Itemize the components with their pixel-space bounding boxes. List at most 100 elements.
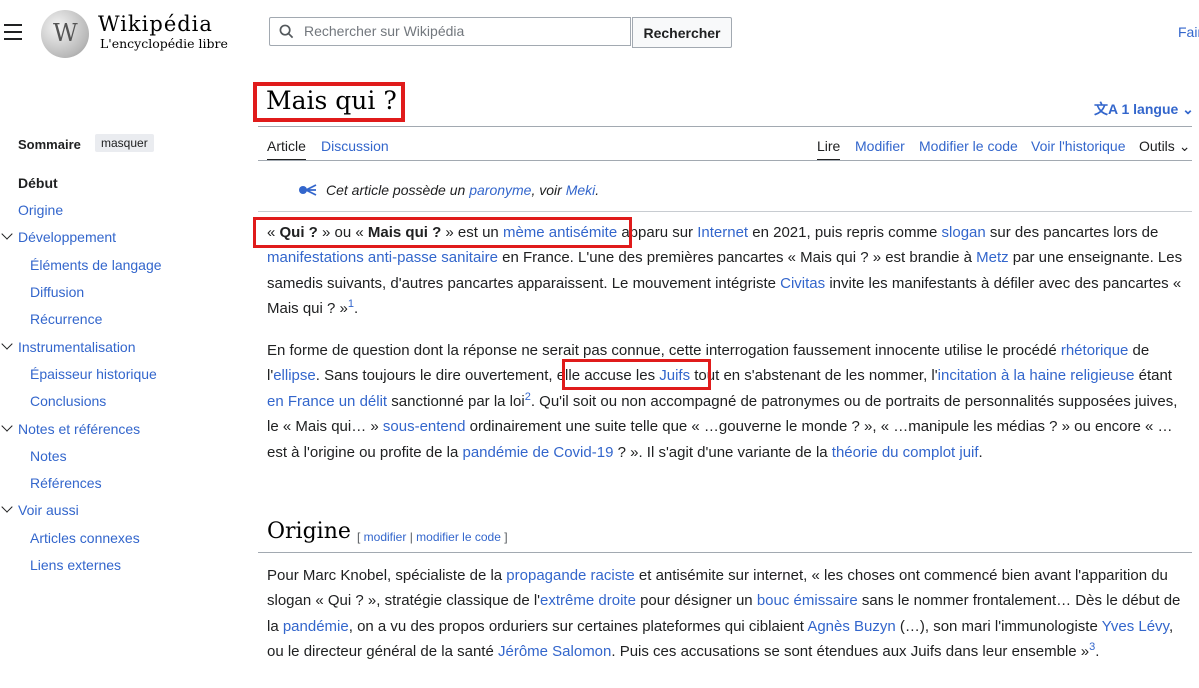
tabs-divider [258,160,1192,161]
text: En forme de question dont la réponse ne … [267,342,1061,359]
toc-item-epaisseur-historique[interactable]: Épaisseur historique [30,366,157,382]
link-agnes-buzyn[interactable]: Agnès Buzyn [807,618,895,635]
link-jerome-salomon[interactable]: Jérôme Salomon [498,643,611,660]
bracket: [ [357,530,364,544]
toc-hide-button[interactable]: masquer [95,134,154,152]
language-count: 1 langue [1121,101,1179,117]
chevron-down-icon[interactable] [1,228,13,240]
menu-icon-bar [4,38,22,40]
hatnote-divider [258,211,1192,212]
tab-article[interactable]: Article [267,138,306,161]
origine-paragraph: Pour Marc Knobel, spécialiste de la prop… [267,563,1189,665]
text: tout en s'abstenant de les nommer, l' [690,367,938,385]
link-bouc-emissaire[interactable]: bouc émissaire [757,592,858,609]
toc-item-instrumentalisation[interactable]: Instrumentalisation [18,339,136,355]
text: (…), son mari l'immunologiste [895,617,1102,635]
link-metz[interactable]: Metz [976,249,1009,266]
link-incitation[interactable]: incitation à la haine religieuse [938,367,1135,384]
link-manifestations[interactable]: manifestations anti-passe sanitaire [267,249,498,266]
text: étant [1134,367,1172,385]
tab-discussion[interactable]: Discussion [321,138,389,154]
toc-item-liens-externes[interactable]: Liens externes [30,557,121,573]
text: , on a vu des propos orduriers sur certa… [348,617,808,635]
toc-item-origine[interactable]: Origine [18,202,63,218]
link-rhetorique[interactable]: rhétorique [1061,342,1129,359]
tab-read[interactable]: Lire [817,138,841,161]
link-civitas[interactable]: Civitas [780,275,825,292]
section-heading-origine: Origine [267,519,351,544]
section-edit-link[interactable]: modifier [364,530,407,544]
toc-item-notes[interactable]: Notes [30,448,67,464]
text: sanctionné par la loi [387,392,525,410]
hatnote-text: Cet article possède un [326,182,470,198]
link-yves-levy[interactable]: Yves Lévy [1102,618,1169,635]
bracket: ] [500,530,508,544]
tools-menu[interactable]: Outils ⌄ [1139,138,1190,155]
text: ? ». Il s'agit d'une variante de la [613,443,832,461]
search-icon [279,24,294,39]
highlight-box-juifs [562,359,711,390]
donate-link[interactable]: Faire un don [1178,24,1199,40]
toc-item-diffusion[interactable]: Diffusion [30,284,84,300]
search-box[interactable] [269,17,631,46]
highlight-box-qui [253,217,632,248]
toc-item-references[interactable]: Références [30,475,102,491]
section-edit-source-link[interactable]: modifier le code [416,530,501,544]
toc-item-articles-connexes[interactable]: Articles connexes [30,530,140,546]
disambiguation-icon [299,184,317,196]
link-pandemie[interactable]: pandémie [283,618,349,635]
text: en 2021, puis repris comme [748,224,942,241]
tab-history[interactable]: Voir l'historique [1031,138,1126,154]
chevron-down-icon[interactable] [1,420,13,432]
menu-icon-bar [4,31,22,33]
chevron-down-icon[interactable] [1,338,13,350]
link-propagande[interactable]: propagande raciste [506,567,634,584]
toc-item-voir-aussi[interactable]: Voir aussi [18,502,79,518]
hatnote-link-meki[interactable]: Meki [566,182,596,198]
hatnote: Cet article possède un paronyme, voir Me… [326,182,599,198]
tab-edit[interactable]: Modifier [855,138,905,154]
link-internet[interactable]: Internet [697,224,748,241]
link-en-france[interactable]: en France [267,393,335,410]
toc-item-notes-et-references[interactable]: Notes et références [18,421,140,437]
tagline: L'encyclopédie libre [100,36,228,51]
toc-item-developpement[interactable]: Développement [18,229,116,245]
language-button[interactable]: 文A 1 langue ⌄ [1094,99,1194,119]
hatnote-text: . [595,182,600,198]
toc-title: Sommaire [18,137,81,152]
toc-item-conclusions[interactable]: Conclusions [30,393,106,409]
translate-icon: 文A [1094,101,1118,117]
link-ellipse[interactable]: ellipse [273,367,316,384]
text: Pour Marc Knobel, spécialiste de la [267,567,507,584]
link-delit[interactable]: un délit [339,393,387,410]
chevron-down-icon[interactable] [1,501,13,513]
link-covid[interactable]: pandémie de Covid-19 [462,444,613,461]
hatnote-link-paronyme[interactable]: paronyme [469,182,531,198]
chevron-down-icon: ⌄ [1182,101,1194,117]
tab-edit-source[interactable]: Modifier le code [919,138,1018,154]
link-complot[interactable]: théorie du complot juif [832,444,979,461]
text: sur des pancartes lors de [985,224,1159,241]
wordmark[interactable]: Wikipédia [98,12,213,36]
toc-item-recurrence[interactable]: Récurrence [30,311,102,327]
section-divider [258,552,1192,553]
link-slogan[interactable]: slogan [942,224,986,241]
chevron-down-icon: ⌄ [1178,138,1191,154]
search-input[interactable] [304,18,624,45]
section-edit-links: [ modifier | modifier le code ] [357,530,508,544]
wikipedia-globe-logo[interactable] [41,10,89,58]
body-paragraph: En forme de question dont la réponse ne … [267,338,1189,465]
text: . [354,300,359,318]
text: en France. L'une des premières pancartes… [497,249,977,267]
link-sous-entend[interactable]: sous-entend [383,418,466,435]
separator: | [406,530,417,544]
text: . [1095,643,1100,661]
search-button[interactable]: Rechercher [632,17,732,48]
main-menu-button[interactable] [4,24,22,45]
link-extreme-droite[interactable]: extrême droite [540,592,636,609]
text: . [978,443,983,461]
menu-icon-bar [4,24,22,26]
tools-label: Outils [1139,138,1175,154]
toc-item-debut[interactable]: Début [18,175,58,191]
toc-item-elements-de-langage[interactable]: Éléments de langage [30,257,162,273]
